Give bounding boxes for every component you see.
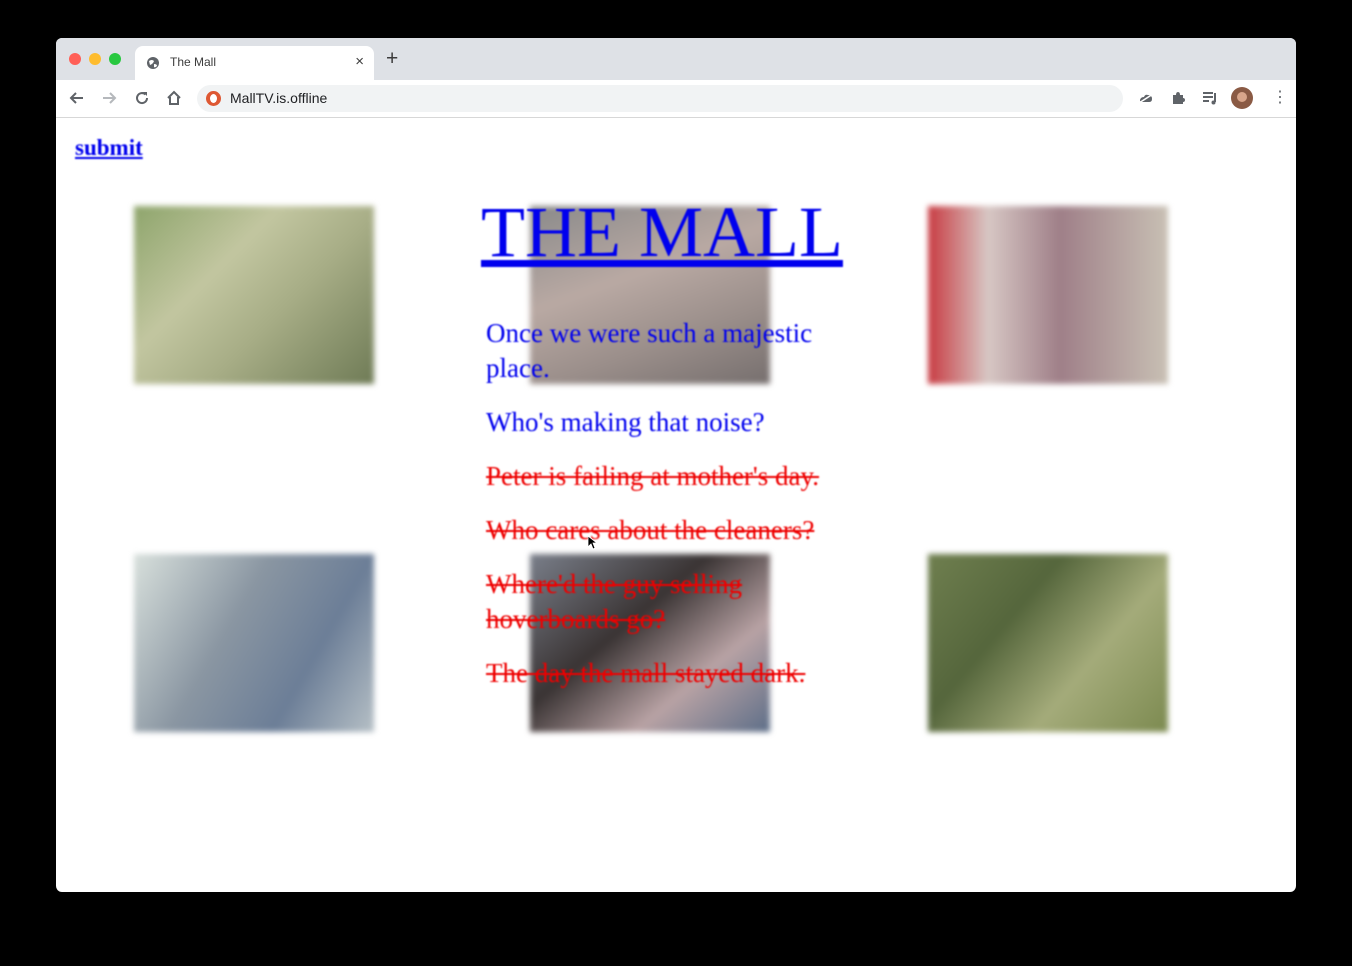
story-line-struck[interactable]: Where'd the guy selling hoverboards go?	[486, 567, 881, 637]
page-content: submit THE MALL Once we were such a maje…	[56, 118, 1296, 892]
duckduckgo-icon	[206, 91, 221, 106]
tab-bar: The Mall × +	[56, 38, 1296, 80]
puzzle-icon[interactable]	[1168, 88, 1188, 108]
back-arrow-icon[interactable]	[67, 88, 87, 108]
story-line[interactable]: Once we were such a majestic place.	[486, 316, 881, 386]
globe-icon	[147, 57, 159, 69]
mouse-cursor-icon	[588, 536, 598, 550]
tab-title: The Mall	[170, 55, 217, 69]
page-title-link[interactable]: THE MALL	[481, 190, 881, 274]
forward-arrow-icon[interactable]	[99, 88, 119, 108]
mall-camera-image-6	[928, 554, 1168, 732]
new-tab-button[interactable]: +	[386, 48, 398, 69]
mall-camera-image-4	[134, 554, 374, 732]
story-line[interactable]: Who's making that noise?	[486, 405, 881, 440]
minimize-window-button[interactable]	[89, 53, 101, 65]
mall-camera-image-3	[928, 206, 1168, 384]
media-queue-icon[interactable]	[1200, 88, 1220, 108]
reload-icon[interactable]	[132, 88, 152, 108]
story-line-struck[interactable]: The day the mall stayed dark.	[486, 656, 881, 691]
story-lines: Once we were such a majestic place. Who'…	[486, 316, 881, 710]
maximize-window-button[interactable]	[109, 53, 121, 65]
browser-window: The Mall × + MallTV.is.offline ⋮ submit …	[56, 38, 1296, 892]
story-line-struck[interactable]: Who cares about the cleaners?	[486, 513, 881, 548]
submit-link[interactable]: submit	[75, 135, 143, 161]
story-line-struck[interactable]: Peter is failing at mother's day.	[486, 459, 881, 494]
address-bar[interactable]: MallTV.is.offline	[197, 85, 1123, 112]
mall-camera-image-1	[134, 206, 374, 384]
extension-cloud-icon[interactable]	[1136, 88, 1156, 108]
tab-the-mall[interactable]: The Mall ×	[135, 46, 374, 80]
close-window-button[interactable]	[69, 53, 81, 65]
home-icon[interactable]	[164, 88, 184, 108]
url-text[interactable]: MallTV.is.offline	[230, 90, 327, 106]
profile-avatar[interactable]	[1231, 87, 1253, 109]
browser-toolbar: MallTV.is.offline ⋮	[56, 80, 1296, 118]
close-tab-icon[interactable]: ×	[355, 53, 364, 71]
more-menu-icon[interactable]: ⋮	[1272, 86, 1288, 110]
